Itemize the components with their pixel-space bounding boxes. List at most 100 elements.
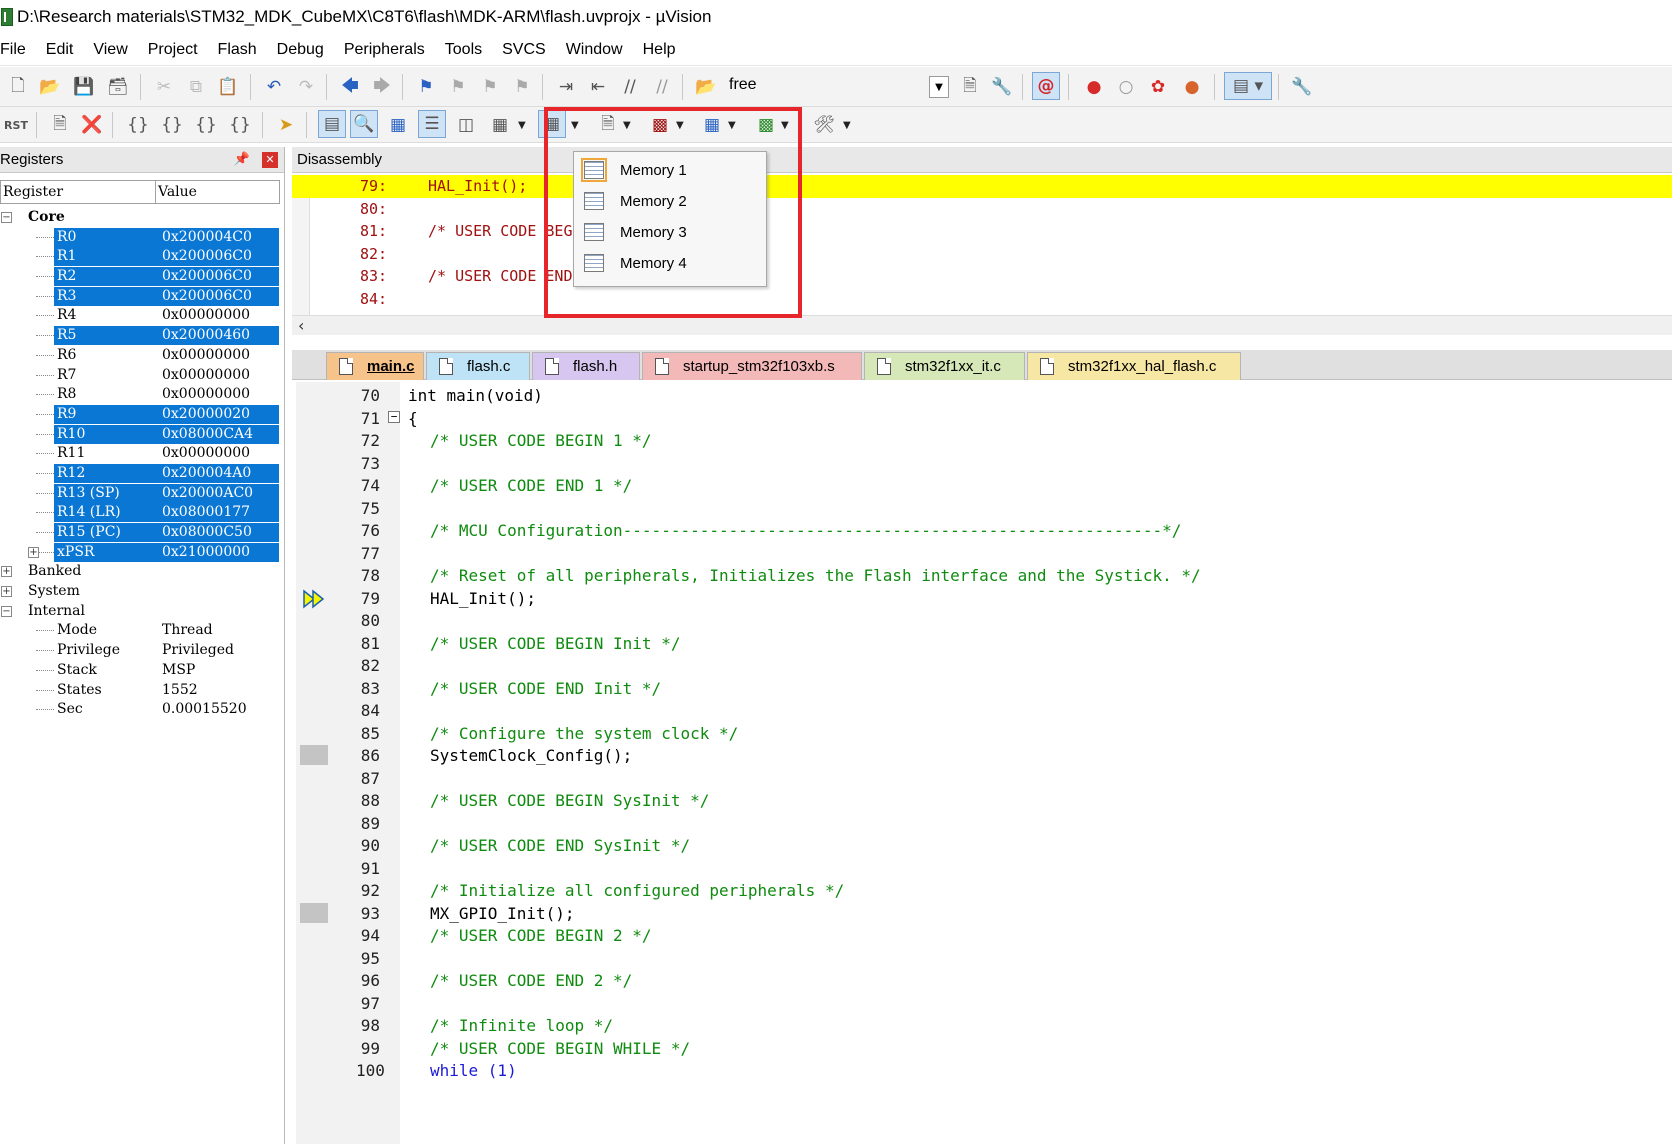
system-group-row[interactable]: + System — [0, 582, 280, 602]
kill-all-breakpoints-icon[interactable]: ● — [1178, 73, 1206, 101]
register-value[interactable]: 0x00000000 — [162, 347, 250, 363]
code-line[interactable]: 88 /* USER CODE BEGIN SysInit */ — [296, 789, 1672, 812]
register-row[interactable]: R12 0x200004A0 — [0, 463, 280, 484]
internal-row[interactable]: Stack MSP — [0, 661, 280, 681]
code-line[interactable]: 99 /* USER CODE BEGIN WHILE */ — [296, 1037, 1672, 1060]
scroll-left-icon[interactable]: ‹ — [298, 316, 304, 335]
unindent-icon[interactable]: ⇤ — [584, 73, 612, 101]
target-dropdown[interactable]: ▼ — [929, 76, 949, 98]
code-line[interactable]: 90 /* USER CODE END SysInit */ — [296, 834, 1672, 857]
code-line[interactable]: 74 /* USER CODE END 1 */ — [296, 474, 1672, 497]
enable-breakpoint-icon[interactable]: ○ — [1112, 73, 1140, 101]
register-value[interactable]: 0x20000AC0 — [162, 485, 253, 501]
menu-tools[interactable]: Tools — [435, 41, 492, 59]
watch-window-icon[interactable]: ▦ — [486, 111, 514, 139]
register-row[interactable]: R7 0x00000000 — [0, 366, 280, 386]
run-to-cursor-icon[interactable]: {} — [226, 111, 254, 139]
register-value[interactable]: 0x08000C50 — [162, 524, 252, 540]
code-line[interactable]: 87 — [296, 767, 1672, 790]
code-line[interactable]: −71 { — [296, 407, 1672, 430]
expand-icon[interactable]: + — [1, 586, 12, 598]
collapse-icon[interactable]: − — [1, 212, 12, 223]
code-line[interactable]: 77 — [296, 542, 1672, 565]
code-line[interactable]: 93 MX_GPIO_Init(); — [296, 902, 1672, 925]
find-in-files-icon[interactable]: 📂 — [692, 73, 720, 101]
disassembly-line[interactable]: 82: — [292, 243, 1672, 266]
register-row[interactable]: R9 0x20000020 — [0, 404, 280, 425]
code-line[interactable]: 100 while (1) — [296, 1059, 1672, 1082]
register-row[interactable]: R15 (PC) 0x08000C50 — [0, 523, 280, 543]
open-folder-icon[interactable]: 📂 — [36, 73, 64, 101]
code-line[interactable]: 95 — [296, 947, 1672, 970]
editor-tab[interactable]: main.c — [326, 352, 424, 380]
editor-tab[interactable]: stm32f1xx_hal_flash.c — [1027, 352, 1241, 380]
code-editor[interactable]: 70 int main(void) −71 {72 /* USER CODE BEGIN… — [296, 382, 1672, 1144]
command-window-icon[interactable]: ▤ — [318, 110, 346, 138]
register-row[interactable]: R14 (LR) 0x08000177 — [0, 503, 280, 523]
register-value[interactable]: 0x200006C0 — [162, 268, 252, 284]
register-row[interactable]: R1 0x200006C0 — [0, 247, 280, 267]
register-row[interactable]: R2 0x200006C0 — [0, 267, 280, 287]
bookmark-previous-icon[interactable]: ⚑ — [444, 73, 472, 101]
code-line[interactable]: 81 /* USER CODE BEGIN Init */ — [296, 632, 1672, 655]
call-stack-window-icon[interactable]: ◫ — [452, 111, 480, 139]
code-line[interactable]: 89 — [296, 812, 1672, 835]
configure-icon[interactable]: 🔧 — [1288, 73, 1316, 101]
register-value[interactable]: 0x20000460 — [162, 327, 250, 343]
editor-tab[interactable]: flash.c — [426, 352, 530, 380]
register-row[interactable]: R0 0x200004C0 — [0, 227, 280, 248]
indent-icon[interactable]: ⇥ — [552, 73, 580, 101]
editor-tab[interactable]: flash.h — [532, 352, 640, 380]
register-value[interactable]: 0x20000020 — [162, 406, 250, 422]
pin-icon[interactable]: 📌 — [234, 152, 250, 167]
build-report-icon[interactable]: 🗎 — [956, 73, 984, 101]
bookmark-toggle-icon[interactable]: ⚑ — [412, 73, 440, 101]
register-value[interactable]: 0x200004C0 — [162, 229, 252, 245]
register-row[interactable]: R5 0x20000460 — [0, 326, 280, 346]
column-value[interactable]: Value — [156, 181, 197, 203]
disassembly-line[interactable]: 81:/* USER CODE BEGIN Init */ — [292, 220, 1672, 243]
collapse-icon[interactable]: − — [1, 605, 12, 617]
register-row[interactable]: R6 0x00000000 — [0, 346, 280, 366]
step-out-icon[interactable]: {} — [192, 111, 220, 139]
menu-svcs[interactable]: SVCS — [492, 41, 556, 59]
symbols-window-icon[interactable]: ▦ — [384, 111, 412, 139]
code-line[interactable]: 72 /* USER CODE BEGIN 1 */ — [296, 429, 1672, 452]
code-line[interactable]: 84 — [296, 699, 1672, 722]
register-value[interactable]: 0x08000CA4 — [162, 426, 253, 442]
internal-row[interactable]: Sec 0.00015520 — [0, 700, 280, 720]
disassembly-line[interactable]: 83:/* USER CODE END Init */ — [292, 265, 1672, 288]
register-row[interactable]: R11 0x00000000 — [0, 444, 280, 464]
save-icon[interactable]: 💾 — [70, 73, 98, 101]
register-value[interactable]: 0x08000177 — [162, 504, 250, 520]
internal-row[interactable]: Privilege Privileged — [0, 641, 280, 661]
register-row[interactable]: R4 0x00000000 — [0, 306, 280, 326]
register-value[interactable]: 0x00000000 — [162, 386, 250, 402]
menu-flash[interactable]: Flash — [208, 41, 267, 59]
register-row[interactable]: R8 0x00000000 — [0, 385, 280, 405]
cut-icon[interactable]: ✂ — [150, 73, 178, 101]
core-group-row[interactable]: − Core — [0, 208, 280, 228]
navigate-forward-icon[interactable]: 🡆 — [368, 73, 396, 101]
disassembly-window-icon[interactable]: 🔍 — [350, 110, 378, 138]
paste-icon[interactable]: 📋 — [214, 73, 242, 101]
internal-row[interactable]: States 1552 — [0, 681, 280, 701]
registers-window-icon[interactable]: ☰ — [418, 110, 446, 138]
disassembly-line[interactable]: 80: — [292, 198, 1672, 221]
register-value[interactable]: 0x00000000 — [162, 307, 250, 323]
menu-file[interactable]: File — [0, 41, 36, 59]
register-row[interactable]: + xPSR 0x21000000 — [0, 542, 280, 563]
menu-help[interactable]: Help — [633, 41, 686, 59]
show-next-statement-icon[interactable]: ➤ — [272, 111, 300, 139]
comment-icon[interactable]: // — [616, 73, 644, 101]
fold-collapse-icon[interactable]: − — [388, 410, 400, 423]
column-register[interactable]: Register — [1, 181, 156, 203]
redo-icon[interactable]: ↷ — [292, 73, 320, 101]
window-layout-icon[interactable]: ▤ ▾ — [1224, 72, 1272, 100]
register-value[interactable]: 0x00000000 — [162, 445, 250, 461]
code-line[interactable]: 96 /* USER CODE END 2 */ — [296, 969, 1672, 992]
watch-dropdown-arrow[interactable]: ▼ — [518, 120, 526, 131]
code-line[interactable]: 97 — [296, 992, 1672, 1015]
code-line[interactable]: 94 /* USER CODE BEGIN 2 */ — [296, 924, 1672, 947]
code-line[interactable]: 79 HAL_Init(); — [296, 587, 1672, 610]
